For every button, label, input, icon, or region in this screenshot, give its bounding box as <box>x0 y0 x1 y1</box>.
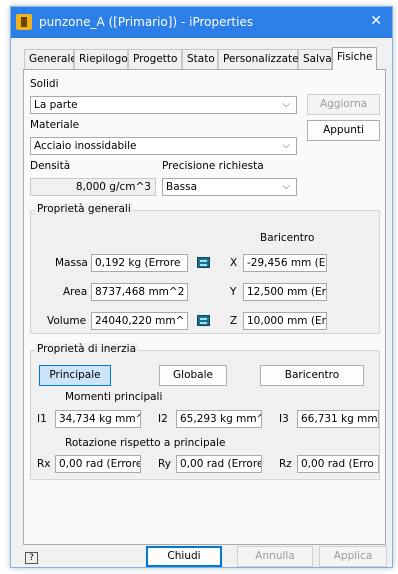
mass-field[interactable]: 0,192 kg (Errore <box>91 254 188 272</box>
cancel-button[interactable]: Annulla <box>237 546 313 567</box>
material-select-value: Acciaio inossidabile <box>34 140 137 152</box>
i1-field[interactable]: 34,734 kg mm^ <box>55 410 141 428</box>
rz-label: Rz <box>279 458 292 470</box>
chevron-down-icon: ⌵ <box>282 181 290 192</box>
tab-salva[interactable]: Salva <box>298 49 332 69</box>
app-icon <box>16 14 32 30</box>
centroid-y-label: Y <box>230 286 237 298</box>
rotation-label: Rotazione rispetto a principale <box>65 437 226 449</box>
chevron-down-icon: ⌵ <box>282 99 290 110</box>
area-field[interactable]: 8737,468 mm^2 <box>91 283 188 301</box>
principal-button[interactable]: Principale <box>39 365 111 386</box>
centroid-y-field[interactable]: 12,500 mm (Errc <box>243 283 327 301</box>
density-field: 8,000 g/cm^3 <box>30 178 156 196</box>
tab-personalizzate[interactable]: Personalizzate <box>218 49 299 69</box>
apply-button[interactable]: Applica <box>319 546 387 567</box>
tab-stato[interactable]: Stato <box>182 49 218 69</box>
i1-label: I1 <box>37 413 47 425</box>
precision-select-value: Bassa <box>166 181 198 193</box>
ry-field[interactable]: 0,00 rad (Errore <box>176 455 262 473</box>
solids-label: Solidi <box>30 78 59 90</box>
general-properties-group: Proprietà generali Baricentro Massa 0,19… <box>30 203 380 334</box>
tab-fisiche[interactable]: Fisiche <box>332 47 377 70</box>
density-label: Densità <box>30 160 71 172</box>
clipboard-button[interactable]: Appunti <box>307 120 380 141</box>
i2-field[interactable]: 65,293 kg mm^ <box>176 410 262 428</box>
centroid-z-field[interactable]: 10,000 mm (Errc <box>243 312 327 330</box>
material-label: Materiale <box>30 119 80 131</box>
rz-field[interactable]: 0,00 rad (Erro <box>297 455 379 473</box>
calculator-icon[interactable] <box>197 257 210 268</box>
close-icon[interactable]: ✕ <box>370 13 382 29</box>
centroid-button[interactable]: Baricentro <box>260 365 364 386</box>
update-button[interactable]: Aggiorna <box>307 94 380 115</box>
help-icon[interactable]: ? <box>25 552 38 564</box>
ry-label: Ry <box>158 458 171 470</box>
calculator-icon[interactable] <box>197 315 210 326</box>
tab-generale[interactable]: Generale <box>24 49 77 69</box>
i3-field[interactable]: 66,731 kg mm <box>297 410 379 428</box>
centroid-header: Baricentro <box>260 232 315 244</box>
mass-label: Massa <box>55 257 88 269</box>
volume-label: Volume <box>47 315 87 327</box>
i2-label: I2 <box>158 413 168 425</box>
solids-select-value: La parte <box>34 99 78 111</box>
tab-riepilogo[interactable]: Riepilogo <box>74 49 128 69</box>
centroid-z-label: Z <box>230 315 238 327</box>
rx-label: Rx <box>37 458 51 470</box>
material-select[interactable]: Acciaio inossidabile ⌵ <box>30 137 297 155</box>
precision-select[interactable]: Bassa ⌵ <box>162 178 297 196</box>
general-properties-title: Proprietà generali <box>35 203 133 215</box>
tab-progetto[interactable]: Progetto <box>128 49 182 69</box>
centroid-x-label: X <box>230 257 238 269</box>
solids-select[interactable]: La parte ⌵ <box>30 96 297 114</box>
title-bar: punzone_A ([Primario]) - iProperties ✕ <box>11 7 392 38</box>
precision-label: Precisione richiesta <box>162 160 264 172</box>
centroid-x-field[interactable]: -29,456 mm (Err <box>243 254 327 272</box>
close-button[interactable]: Chiudi <box>146 546 222 567</box>
rx-field[interactable]: 0,00 rad (Errore <box>55 455 141 473</box>
inertia-properties-group: Proprietà di inerzia Principale Globale … <box>30 343 380 480</box>
physical-panel: Solidi La parte ⌵ Aggiorna Materiale Acc… <box>23 69 386 545</box>
area-label: Area <box>63 286 88 298</box>
iproperties-window: punzone_A ([Primario]) - iProperties ✕ G… <box>10 6 393 568</box>
volume-field[interactable]: 24040,220 mm^ <box>91 312 188 330</box>
global-button[interactable]: Globale <box>159 365 227 386</box>
window-title: punzone_A ([Primario]) - iProperties <box>39 15 254 29</box>
chevron-down-icon: ⌵ <box>282 140 290 151</box>
principal-moments-label: Momenti principali <box>65 391 163 403</box>
i3-label: I3 <box>279 413 289 425</box>
inertia-properties-title: Proprietà di inerzia <box>35 343 139 355</box>
